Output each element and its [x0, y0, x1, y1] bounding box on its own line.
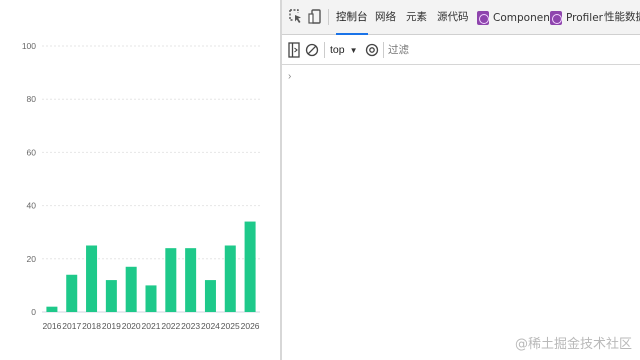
x-tick-label: 2017 [62, 321, 81, 331]
bar-2021[interactable] [145, 285, 157, 312]
bar-2019[interactable] [105, 280, 117, 312]
bar-2022[interactable] [165, 248, 177, 312]
clear-console-icon[interactable] [305, 42, 319, 63]
x-tick-label: 2020 [122, 321, 141, 331]
screen: 0 20 40 60 80 100 2016 2017 2018 2019 2020 2021 2022… [0, 0, 640, 360]
bar-2016[interactable] [46, 306, 58, 312]
x-tick-label: 2025 [221, 321, 240, 331]
inspect-element-icon[interactable] [288, 8, 304, 26]
console-toolbar: top ▼ [282, 35, 640, 65]
y-tick-label: 80 [27, 94, 37, 104]
x-tick-label: 2016 [42, 321, 61, 331]
tab-elements[interactable]: 元素 [406, 0, 427, 35]
y-tick-label: 100 [22, 41, 36, 51]
console-prompt: › [288, 71, 292, 82]
x-tick-label: 2026 [241, 321, 260, 331]
devtools-tabbar: 控制台 网络 元素 源代码 Components Profiler 性能数据分 [282, 0, 640, 35]
x-tick-label: 2019 [102, 321, 121, 331]
context-selector[interactable]: top ▼ [330, 42, 358, 58]
bar-chart: 0 20 40 60 80 100 2016 2017 2018 2019 2020 2021 2022… [22, 41, 260, 331]
x-tick-label: 2023 [181, 321, 200, 331]
chart-pane: 0 20 40 60 80 100 2016 2017 2018 2019 2020 2021 2022… [0, 0, 280, 360]
y-tick-label: 20 [27, 254, 37, 264]
tab-console[interactable]: 控制台 [336, 0, 368, 35]
tab-separator [328, 9, 329, 25]
react-icon [477, 10, 489, 25]
bar-2023[interactable] [185, 248, 197, 312]
x-tick-label: 2024 [201, 321, 220, 331]
bar-2018[interactable] [86, 245, 98, 313]
react-icon [550, 10, 562, 25]
y-tick-label: 40 [27, 201, 37, 211]
x-tick-label: 2018 [82, 321, 101, 331]
toolbar-separator [383, 42, 384, 58]
bar-2024[interactable] [204, 280, 216, 312]
console-output[interactable]: › [282, 65, 640, 360]
dropdown-caret-icon: ▼ [349, 46, 358, 55]
live-expression-eye-icon[interactable] [365, 42, 379, 63]
toolbar-separator [324, 42, 325, 58]
y-tick-label: 60 [27, 147, 37, 157]
bar-2026[interactable] [244, 221, 256, 312]
filter-input[interactable] [388, 40, 628, 60]
tab-components[interactable]: Components [477, 0, 559, 35]
bar-2025[interactable] [224, 245, 236, 313]
y-tick-label: 0 [31, 307, 36, 317]
bar-2020[interactable] [125, 266, 137, 312]
tab-network[interactable]: 网络 [375, 0, 396, 35]
tab-profiler-label: Profiler [566, 11, 603, 24]
device-toolbar-icon[interactable] [308, 8, 324, 26]
watermark: @稀土掘金技术社区 [514, 337, 632, 352]
x-tick-label: 2022 [161, 321, 180, 331]
tab-performance-insights[interactable]: 性能数据分 [604, 0, 640, 35]
sidebar-toggle-icon[interactable] [288, 42, 300, 63]
bar-2017[interactable] [66, 274, 78, 312]
devtools-panel: 控制台 网络 元素 源代码 Components Profiler 性能数据分 [282, 0, 640, 360]
tab-sources[interactable]: 源代码 [437, 0, 469, 35]
x-tick-label: 2021 [142, 321, 161, 331]
context-value: top [330, 44, 345, 56]
tab-profiler[interactable]: Profiler [550, 0, 603, 35]
